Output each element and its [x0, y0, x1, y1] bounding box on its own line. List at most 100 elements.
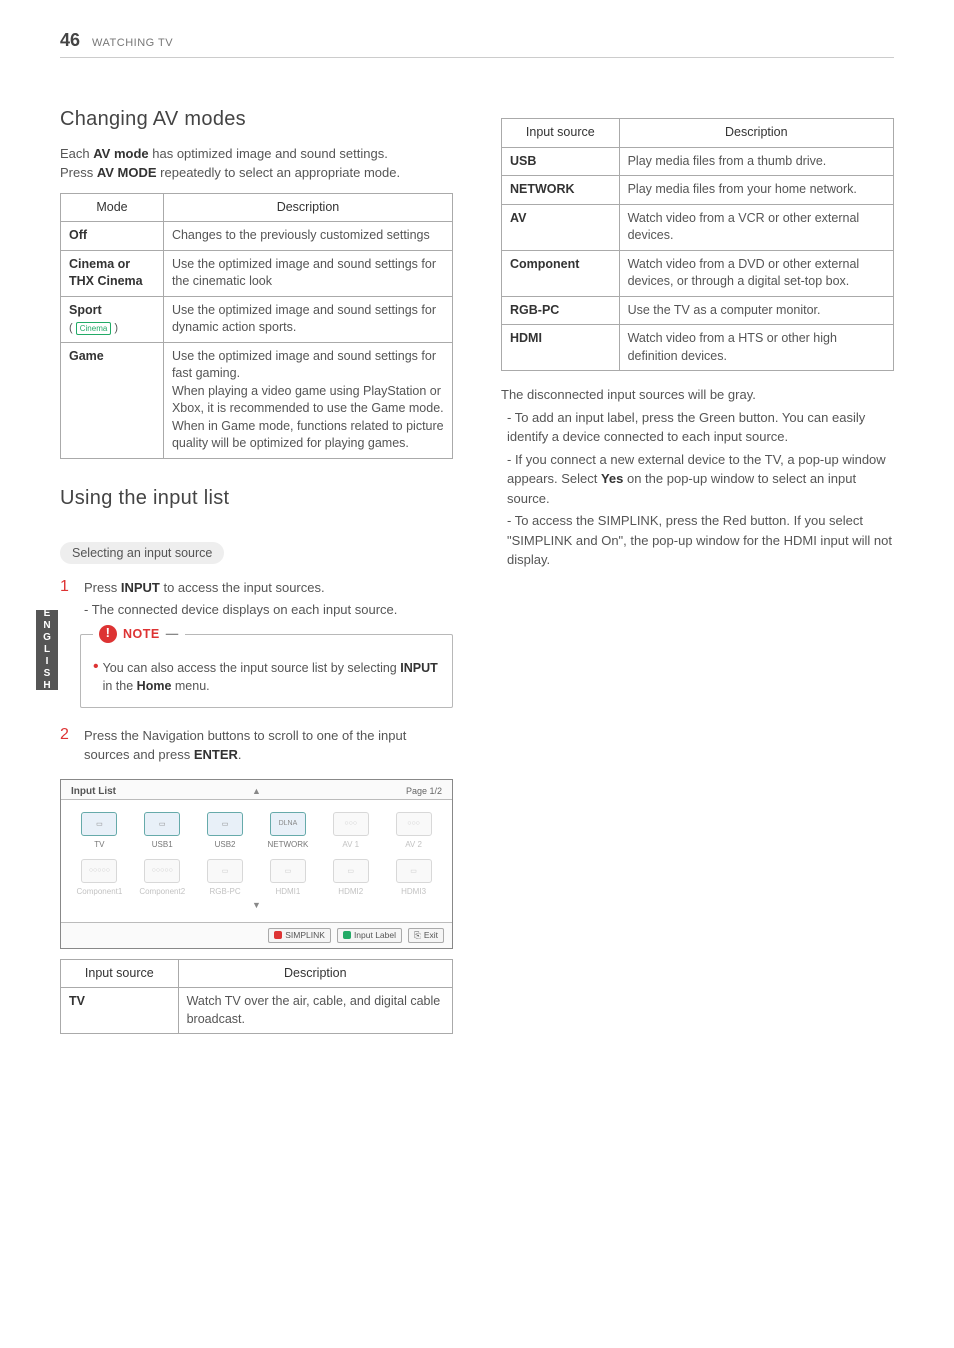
- table-row: Game Use the optimized image and sound s…: [61, 342, 453, 458]
- panel-page-indicator: Page 1/2: [406, 786, 442, 796]
- table-row: TV Watch TV over the air, cable, and dig…: [61, 988, 453, 1034]
- text: in the: [103, 679, 137, 693]
- source-desc: Watch video from a DVD or other external…: [619, 250, 893, 296]
- hdmi-icon: ▭: [396, 859, 432, 883]
- input-item-network[interactable]: DLNANETWORK: [259, 812, 316, 849]
- hdmi-icon: ▭: [270, 859, 306, 883]
- input-source-table-left: Input source Description TV Watch TV ove…: [60, 959, 453, 1035]
- dash-item: - To add an input label, press the Green…: [501, 408, 894, 447]
- step-2: 2 Press the Navigation buttons to scroll…: [60, 726, 453, 765]
- text: to access the input sources.: [160, 580, 325, 595]
- source-name: NETWORK: [502, 176, 620, 205]
- input-notes: The disconnected input sources will be g…: [501, 385, 894, 570]
- text: - To access the SIMPLINK, press the Red …: [507, 511, 894, 570]
- input-item-tv[interactable]: ▭TV: [71, 812, 128, 849]
- text: Press the Navigation buttons to scroll t…: [84, 728, 406, 763]
- source-name: TV: [61, 988, 179, 1034]
- step-number: 1: [60, 578, 74, 620]
- table-row: RGB-PCUse the TV as a computer monitor.: [502, 296, 894, 325]
- table-row: Off Changes to the previously customized…: [61, 222, 453, 251]
- term-av-mode: AV mode: [93, 146, 148, 161]
- option-yes: Yes: [601, 471, 623, 486]
- av-mode-table: Mode Description Off Changes to the prev…: [60, 193, 453, 459]
- text: Each: [60, 146, 93, 161]
- cinema-icon: Cinema: [76, 322, 112, 335]
- red-dot-icon: [274, 931, 282, 939]
- up-arrow-icon: ▲: [252, 786, 261, 796]
- table-row: Sport ( Cinema ) Use the optimized image…: [61, 296, 453, 342]
- av-icon: ○○○: [396, 812, 432, 836]
- text: You can also access the input source lis…: [103, 661, 401, 675]
- subheading-selecting-input: Selecting an input source: [60, 542, 224, 564]
- input-item-hdmi3[interactable]: ▭HDMI3: [385, 859, 442, 896]
- button-ref-av-mode: AV MODE: [97, 165, 157, 180]
- input-item-rgbpc[interactable]: ▭RGB-PC: [197, 859, 254, 896]
- usb-icon: ▭: [207, 812, 243, 836]
- step-sub: - The connected device displays on each …: [84, 600, 453, 620]
- source-name: USB: [502, 147, 620, 176]
- text: has optimized image and sound settings.: [149, 146, 388, 161]
- mode-desc: Changes to the previously customized set…: [163, 222, 452, 251]
- av-icon: ○○○: [333, 812, 369, 836]
- button-ref-home: Home: [137, 679, 172, 693]
- dash-item: - To access the SIMPLINK, press the Red …: [501, 511, 894, 570]
- green-dot-icon: [343, 931, 351, 939]
- source-desc: Play media files from a thumb drive.: [619, 147, 893, 176]
- input-label-button[interactable]: Input Label: [337, 928, 402, 943]
- page-header: 46 WATCHING TV: [60, 30, 894, 58]
- input-item-av2[interactable]: ○○○AV 2: [385, 812, 442, 849]
- text: .: [238, 747, 242, 762]
- source-desc: Use the TV as a computer monitor.: [619, 296, 893, 325]
- input-item-usb2[interactable]: ▭USB2: [197, 812, 254, 849]
- input-item-hdmi2[interactable]: ▭HDMI2: [322, 859, 379, 896]
- rgb-icon: ▭: [207, 859, 243, 883]
- source-name: HDMI: [502, 325, 620, 371]
- source-name: AV: [502, 204, 620, 250]
- exit-button[interactable]: ⎘Exit: [408, 928, 444, 943]
- col-description: Description: [178, 959, 452, 988]
- mode-name: Sport ( Cinema ): [61, 296, 164, 342]
- input-item-component1[interactable]: ○○○○○Component1: [71, 859, 128, 896]
- note-title: ! NOTE —: [93, 625, 185, 643]
- text: Press: [60, 165, 97, 180]
- exit-icon: ⎘: [414, 930, 421, 941]
- text: repeatedly to select an appropriate mode…: [157, 165, 401, 180]
- mode-name: Cinema or THX Cinema: [61, 250, 164, 296]
- input-item-usb1[interactable]: ▭USB1: [134, 812, 191, 849]
- source-name: RGB-PC: [502, 296, 620, 325]
- source-desc: Watch TV over the air, cable, and digita…: [178, 988, 452, 1034]
- input-item-av1[interactable]: ○○○AV 1: [322, 812, 379, 849]
- simplink-button[interactable]: SIMPLINK: [268, 928, 331, 943]
- input-item-hdmi1[interactable]: ▭HDMI1: [259, 859, 316, 896]
- section-title: WATCHING TV: [92, 37, 173, 49]
- text: Press: [84, 580, 121, 595]
- mode-name: Off: [61, 222, 164, 251]
- col-input-source: Input source: [61, 959, 179, 988]
- mode-name: Game: [61, 342, 164, 458]
- table-row: Cinema or THX Cinema Use the optimized i…: [61, 250, 453, 296]
- table-row: USBPlay media files from a thumb drive.: [502, 147, 894, 176]
- down-arrow-icon: ▼: [71, 900, 442, 910]
- button-ref-input: INPUT: [121, 580, 160, 595]
- tv-icon: ▭: [81, 812, 117, 836]
- dash-item: - If you connect a new external device t…: [501, 450, 894, 509]
- av-intro: Each AV mode has optimized image and sou…: [60, 145, 453, 183]
- text: - To add an input label, press the Green…: [507, 408, 894, 447]
- component-icon: ○○○○○: [81, 859, 117, 883]
- heading-input-list: Using the input list: [60, 487, 453, 510]
- mode-desc: Use the optimized image and sound settin…: [163, 296, 452, 342]
- dlna-icon: DLNA: [270, 812, 306, 836]
- table-row: ComponentWatch video from a DVD or other…: [502, 250, 894, 296]
- bullet-icon: •: [93, 659, 99, 695]
- input-item-component2[interactable]: ○○○○○Component2: [134, 859, 191, 896]
- step-1: 1 Press INPUT to access the input source…: [60, 578, 453, 620]
- input-grid: ▭TV ▭USB1 ▭USB2 DLNANETWORK ○○○AV 1 ○○○A…: [71, 812, 442, 896]
- component-icon: ○○○○○: [144, 859, 180, 883]
- source-desc: Watch video from a VCR or other external…: [619, 204, 893, 250]
- button-ref-enter: ENTER: [194, 747, 238, 762]
- note-icon: !: [99, 625, 117, 643]
- table-row: NETWORKPlay media files from your home n…: [502, 176, 894, 205]
- heading-av-modes: Changing AV modes: [60, 108, 453, 131]
- source-name: Component: [502, 250, 620, 296]
- table-row: AVWatch video from a VCR or other extern…: [502, 204, 894, 250]
